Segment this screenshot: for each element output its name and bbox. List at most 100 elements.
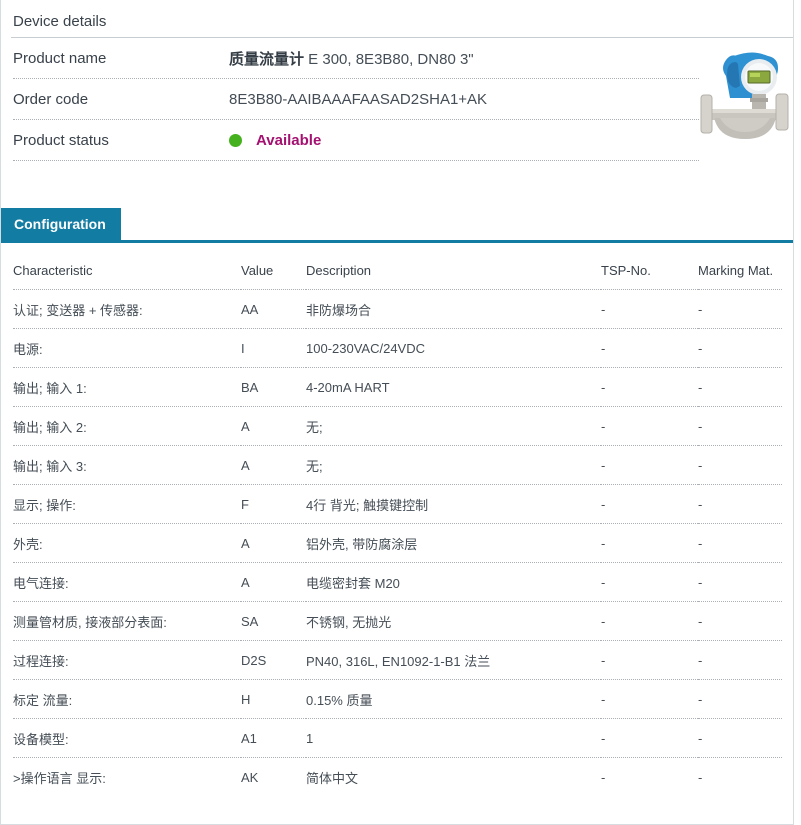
order-code-label: Order code — [13, 91, 229, 108]
config-table-row: 输出; 输入 1:BA4-20mA HART-- — [13, 368, 782, 407]
description-cell: 1 — [306, 719, 601, 758]
marking-mat-cell: - — [698, 368, 782, 407]
header-tsp-no: TSP-No. — [601, 243, 698, 290]
device-details-section: Device details Product name 质量流量计 E 300,… — [1, 0, 793, 161]
marking-mat-cell: - — [698, 602, 782, 641]
characteristic-cell: 输出; 输入 3: — [13, 446, 241, 485]
description-cell: 4行 背光; 触摸键控制 — [306, 485, 601, 524]
tsp-no-cell: - — [601, 680, 698, 719]
marking-mat-cell: - — [698, 641, 782, 680]
tab-area: Configuration — [1, 208, 793, 243]
config-table-row: >操作语言 显示:AK简体中文-- — [13, 758, 782, 797]
flowmeter-illustration — [696, 48, 792, 145]
config-table-row: 显示; 操作:F4行 背光; 触摸键控制-- — [13, 485, 782, 524]
description-cell: 无; — [306, 407, 601, 446]
value-cell: BA — [241, 368, 306, 407]
tsp-no-cell: - — [601, 524, 698, 563]
section-title: Device details — [13, 13, 793, 30]
tsp-no-cell: - — [601, 641, 698, 680]
tsp-no-cell: - — [601, 446, 698, 485]
marking-mat-cell: - — [698, 524, 782, 563]
value-cell: A — [241, 563, 306, 602]
description-cell: PN40, 316L, EN1092-1-B1 法兰 — [306, 641, 601, 680]
header-value: Value — [241, 243, 306, 290]
header-description: Description — [306, 243, 601, 290]
characteristic-cell: 过程连接: — [13, 641, 241, 680]
marking-mat-cell: - — [698, 446, 782, 485]
tsp-no-cell: - — [601, 290, 698, 329]
header-marking-mat: Marking Mat. — [698, 243, 782, 290]
value-cell: D2S — [241, 641, 306, 680]
config-table-row: 输出; 输入 2:A无;-- — [13, 407, 782, 446]
description-cell: 不锈钢, 无抛光 — [306, 602, 601, 641]
description-cell: 无; — [306, 446, 601, 485]
table-header-row: Characteristic Value Description TSP-No.… — [13, 243, 782, 290]
config-table-row: 外壳:A铝外壳, 带防腐涂层-- — [13, 524, 782, 563]
device-details-page: Device details Product name 质量流量计 E 300,… — [0, 0, 794, 825]
config-table-row: 标定 流量:H0.15% 质量-- — [13, 680, 782, 719]
order-code-row: Order code 8E3B80-AAIBAAAFAASAD2SHA1+AK — [13, 79, 699, 120]
value-cell: A — [241, 446, 306, 485]
product-name-value: 质量流量计 E 300, 8E3B80, DN80 3" — [229, 48, 474, 69]
marking-mat-cell: - — [698, 680, 782, 719]
status-available-dot-icon — [229, 134, 242, 147]
value-cell: A1 — [241, 719, 306, 758]
characteristic-cell: 电气连接: — [13, 563, 241, 602]
value-cell: AA — [241, 290, 306, 329]
header-characteristic: Characteristic — [13, 243, 241, 290]
config-table-row: 电气连接:A电缆密封套 M20-- — [13, 563, 782, 602]
characteristic-cell: 输出; 输入 2: — [13, 407, 241, 446]
config-table-row: 电源:I100-230VAC/24VDC-- — [13, 329, 782, 368]
marking-mat-cell: - — [698, 290, 782, 329]
product-status-label: Product status — [13, 132, 229, 149]
characteristic-cell: 输出; 输入 1: — [13, 368, 241, 407]
value-cell: I — [241, 329, 306, 368]
characteristic-cell: 外壳: — [13, 524, 241, 563]
description-cell: 0.15% 质量 — [306, 680, 601, 719]
characteristic-cell: 测量管材质, 接液部分表面: — [13, 602, 241, 641]
value-cell: A — [241, 524, 306, 563]
product-name-label: Product name — [13, 50, 229, 67]
marking-mat-cell: - — [698, 563, 782, 602]
marking-mat-cell: - — [698, 719, 782, 758]
marking-mat-cell: - — [698, 758, 782, 797]
marking-mat-cell: - — [698, 485, 782, 524]
description-cell: 4-20mA HART — [306, 368, 601, 407]
characteristic-cell: 认证; 变送器 + 传感器: — [13, 290, 241, 329]
configuration-table: Characteristic Value Description TSP-No.… — [13, 243, 782, 796]
value-cell: A — [241, 407, 306, 446]
characteristic-cell: 设备模型: — [13, 719, 241, 758]
configuration-table-body: 认证; 变送器 + 传感器:AA非防爆场合--电源:I100-230VAC/24… — [13, 290, 782, 797]
status-text: Available — [256, 132, 321, 149]
tab-configuration[interactable]: Configuration — [1, 208, 121, 240]
marking-mat-cell: - — [698, 407, 782, 446]
characteristic-cell: >操作语言 显示: — [13, 758, 241, 797]
value-cell: F — [241, 485, 306, 524]
value-cell: SA — [241, 602, 306, 641]
config-table-row: 测量管材质, 接液部分表面:SA不锈钢, 无抛光-- — [13, 602, 782, 641]
description-cell: 简体中文 — [306, 758, 601, 797]
tsp-no-cell: - — [601, 602, 698, 641]
product-status-value: Available — [229, 132, 321, 149]
order-code-value: 8E3B80-AAIBAAAFAASAD2SHA1+AK — [229, 91, 487, 108]
product-name-row: Product name 质量流量计 E 300, 8E3B80, DN80 3… — [13, 38, 699, 79]
characteristic-cell: 标定 流量: — [13, 680, 241, 719]
config-table-row: 输出; 输入 3:A无;-- — [13, 446, 782, 485]
tsp-no-cell: - — [601, 368, 698, 407]
value-cell: AK — [241, 758, 306, 797]
tsp-no-cell: - — [601, 485, 698, 524]
description-cell: 100-230VAC/24VDC — [306, 329, 601, 368]
description-cell: 铝外壳, 带防腐涂层 — [306, 524, 601, 563]
description-cell: 电缆密封套 M20 — [306, 563, 601, 602]
product-name-bold: 质量流量计 — [229, 51, 304, 68]
description-cell: 非防爆场合 — [306, 290, 601, 329]
product-status-row: Product status Available — [13, 120, 699, 161]
tsp-no-cell: - — [601, 329, 698, 368]
configuration-table-wrap: Characteristic Value Description TSP-No.… — [1, 243, 793, 824]
value-cell: H — [241, 680, 306, 719]
marking-mat-cell: - — [698, 329, 782, 368]
characteristic-cell: 电源: — [13, 329, 241, 368]
tsp-no-cell: - — [601, 563, 698, 602]
product-name-rest: E 300, 8E3B80, DN80 3" — [304, 51, 474, 68]
characteristic-cell: 显示; 操作: — [13, 485, 241, 524]
